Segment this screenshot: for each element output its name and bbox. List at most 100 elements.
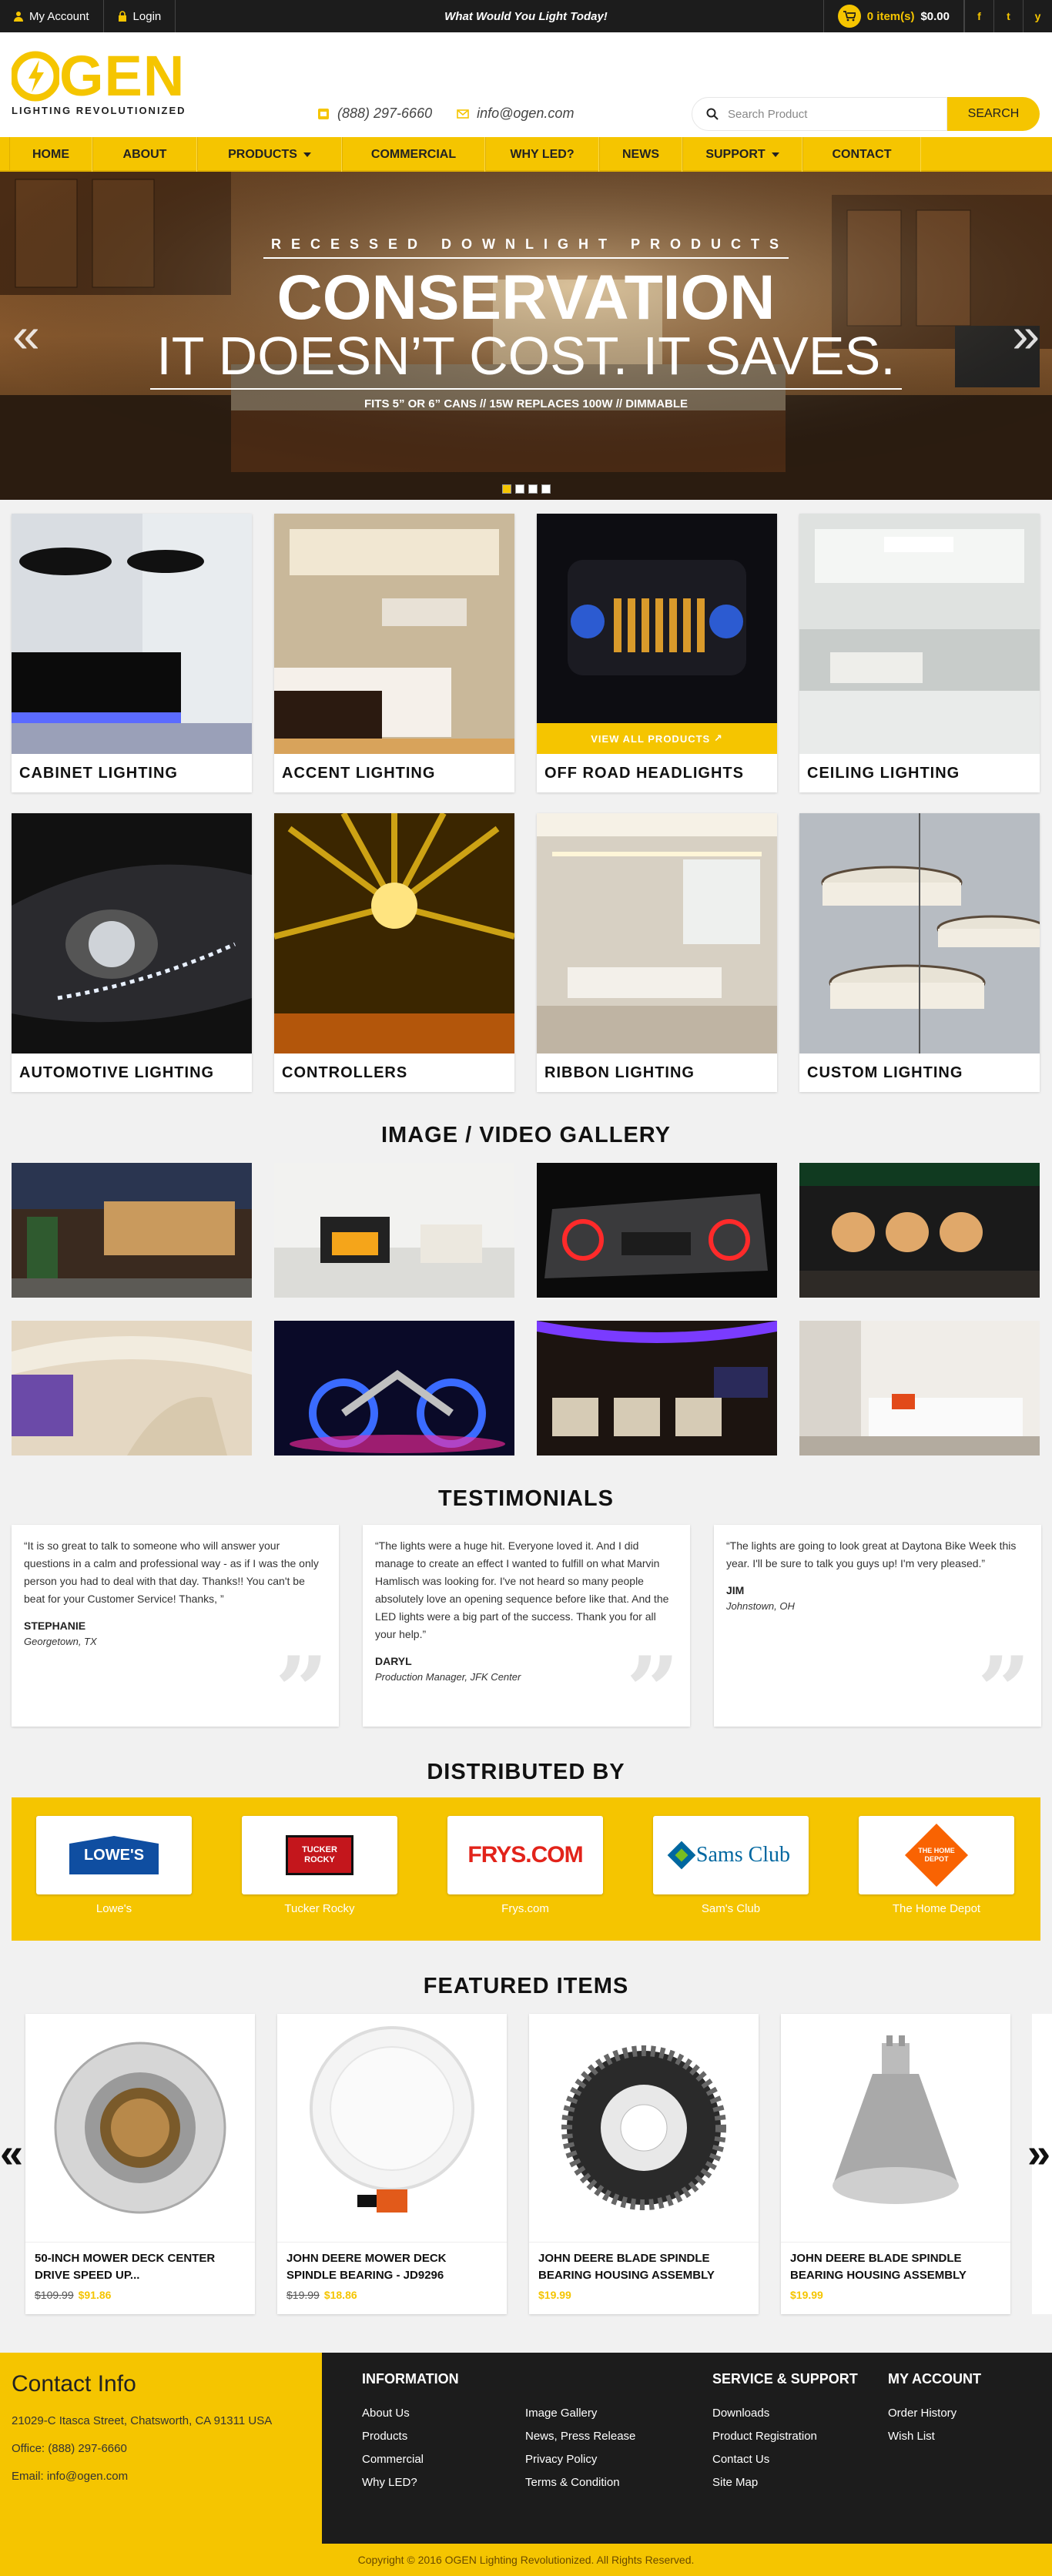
- slide-dot[interactable]: [514, 484, 524, 494]
- brand-lowes[interactable]: LOWE'S Lowe's: [36, 1816, 192, 1941]
- nav-home[interactable]: HOME: [9, 137, 92, 172]
- category-image: [12, 813, 252, 1054]
- footer-link[interactable]: Commercial: [362, 2448, 459, 2471]
- testimonial-text: “It is so great to talk to someone who w…: [24, 1539, 319, 1605]
- testimonial-name: JIM: [726, 1584, 745, 1596]
- category-image: VIEW ALL PRODUCTS ↗: [537, 514, 777, 754]
- header-email[interactable]: info@ogen.com: [457, 106, 574, 122]
- cart-total: $0.00: [920, 9, 950, 23]
- account-title: MY ACCOUNT: [888, 2371, 981, 2387]
- footer-link[interactable]: Why LED?: [362, 2471, 459, 2494]
- my-account-link[interactable]: My Account: [0, 0, 104, 32]
- testimonial-name: STEPHANIE: [24, 1620, 86, 1632]
- brand-sams-club[interactable]: Sams Club Sam's Club: [653, 1816, 809, 1941]
- quote-icon: ”: [274, 1636, 328, 1745]
- category-card-ribbon[interactable]: RIBBON LIGHTING: [537, 813, 777, 1092]
- footer-link[interactable]: Downloads: [712, 2402, 858, 2425]
- gallery-image[interactable]: [12, 1321, 252, 1455]
- gallery-image[interactable]: [274, 1321, 514, 1455]
- category-label: ACCENT LIGHTING: [282, 764, 436, 782]
- youtube-icon[interactable]: y: [1023, 0, 1052, 32]
- footer-link[interactable]: Order History: [888, 2402, 981, 2425]
- search-button[interactable]: SEARCH: [947, 97, 1040, 131]
- testimonial-text: “The lights were a huge hit. Everyone lo…: [375, 1539, 669, 1640]
- login-label: Login: [132, 9, 162, 23]
- category-card-off-road[interactable]: VIEW ALL PRODUCTS ↗ OFF ROAD HEADLIGHTS: [537, 514, 777, 792]
- category-card-automotive[interactable]: AUTOMOTIVE LIGHTING: [12, 813, 252, 1092]
- hero-next-arrow-icon[interactable]: »: [1012, 310, 1040, 360]
- product-card[interactable]: JOHN DEERE MOWER DECK SPINDLE BEARING - …: [277, 2014, 507, 2314]
- search-icon: [706, 108, 719, 120]
- brand-frys[interactable]: FRYS.COM Frys.com: [447, 1816, 603, 1941]
- brand-tucker-rocky[interactable]: TUCKER ROCKY Tucker Rocky: [242, 1816, 397, 1941]
- twitter-icon[interactable]: t: [993, 0, 1023, 32]
- footer-link[interactable]: Terms & Condition: [525, 2471, 635, 2494]
- slide-dot[interactable]: [501, 484, 511, 494]
- slide-dot[interactable]: [541, 484, 551, 494]
- image-gallery: [12, 1163, 1040, 1455]
- category-card-controllers[interactable]: CONTROLLERS: [274, 813, 514, 1092]
- brand-home-depot[interactable]: THE HOME DEPOT The Home Depot: [859, 1816, 1014, 1941]
- footer-link[interactable]: Products: [362, 2425, 459, 2448]
- brand-logo-text: Sams Club: [695, 1843, 791, 1867]
- logo[interactable]: GEN LIGHTING REVOLUTIONIZED: [12, 48, 196, 119]
- product-image: [529, 2014, 759, 2243]
- information-title: INFORMATION: [362, 2371, 459, 2387]
- footer-link[interactable]: Image Gallery: [525, 2402, 635, 2425]
- footer-link[interactable]: Site Map: [712, 2471, 858, 2494]
- category-card-custom[interactable]: CUSTOM LIGHTING: [799, 813, 1040, 1092]
- gallery-image[interactable]: [12, 1163, 252, 1298]
- brand-logo: LOWE'S: [36, 1816, 192, 1894]
- search-input[interactable]: Search Product: [692, 97, 947, 131]
- testimonial-location: Johnstown, OH: [726, 1600, 795, 1612]
- product-price: $18.86: [323, 2289, 357, 2301]
- category-card-accent[interactable]: ACCENT LIGHTING: [274, 514, 514, 792]
- nav-support[interactable]: SUPPORT: [682, 137, 802, 172]
- nav-why-led[interactable]: WHY LED?: [485, 137, 599, 172]
- footer-link[interactable]: Privacy Policy: [525, 2448, 635, 2471]
- footer-link[interactable]: News, Press Release: [525, 2425, 635, 2448]
- hero-prev-arrow-icon[interactable]: «: [12, 310, 40, 360]
- gallery-image[interactable]: [799, 1163, 1040, 1298]
- category-card-ceiling[interactable]: CEILING LIGHTING: [799, 514, 1040, 792]
- footer-link[interactable]: Product Registration: [712, 2425, 858, 2448]
- view-all-label: VIEW ALL PRODUCTS: [591, 732, 711, 745]
- view-all-products-button[interactable]: VIEW ALL PRODUCTS ↗: [537, 723, 777, 754]
- footer-link[interactable]: Contact Us: [712, 2448, 858, 2471]
- envelope-icon: [457, 109, 469, 119]
- product-card[interactable]: JOHN DEERE BLADE SPINDLE BEARING HOUSING…: [529, 2014, 759, 2314]
- hero-headline: CONSERVATION: [276, 263, 776, 333]
- phone-icon: [318, 108, 329, 119]
- nav-products[interactable]: PRODUCTS: [197, 137, 342, 172]
- carousel-next-arrow-icon[interactable]: »: [1027, 2129, 1050, 2177]
- nav-about[interactable]: ABOUT: [92, 137, 197, 172]
- nav-news[interactable]: NEWS: [599, 137, 682, 172]
- product-card[interactable]: 50-INCH MOWER DECK CENTER DRIVE SPEED UP…: [25, 2014, 255, 2314]
- category-label: CONTROLLERS: [282, 1064, 408, 1081]
- facebook-icon[interactable]: f: [964, 0, 993, 32]
- gallery-image[interactable]: [537, 1163, 777, 1298]
- contact-office: Office: (888) 297-6660: [12, 2442, 127, 2455]
- contact-email[interactable]: Email: info@ogen.com: [12, 2468, 310, 2485]
- category-card-cabinet[interactable]: CABINET LIGHTING: [12, 514, 252, 792]
- product-name: JOHN DEERE BLADE SPINDLE BEARING HOUSING…: [538, 2252, 715, 2282]
- footer-link[interactable]: Wish List: [888, 2425, 981, 2448]
- product-card[interactable]: JOHN DEERE BLADE SPINDLE BEARING HOUSING…: [781, 2014, 1010, 2314]
- nav-label: CONTACT: [832, 147, 892, 161]
- search-placeholder: Search Product: [728, 107, 808, 121]
- product-image: [781, 2014, 1010, 2243]
- footer-link[interactable]: About Us: [362, 2402, 459, 2425]
- testimonial-card: “It is so great to talk to someone who w…: [12, 1525, 339, 1745]
- category-image: [537, 813, 777, 1054]
- slide-dot[interactable]: [528, 484, 538, 494]
- cart-button[interactable]: 0 item(s) $0.00: [823, 0, 964, 32]
- gallery-image[interactable]: [537, 1321, 777, 1455]
- gallery-image[interactable]: [274, 1163, 514, 1298]
- gallery-image[interactable]: [799, 1321, 1040, 1455]
- carousel-prev-arrow-icon[interactable]: «: [0, 2129, 23, 2177]
- nav-commercial[interactable]: COMMERCIAL: [342, 137, 485, 172]
- nav-contact[interactable]: CONTACT: [802, 137, 921, 172]
- login-link[interactable]: Login: [104, 0, 176, 32]
- contact-title: Contact Info: [12, 2371, 136, 2397]
- product-old-price: $19.99: [286, 2289, 320, 2301]
